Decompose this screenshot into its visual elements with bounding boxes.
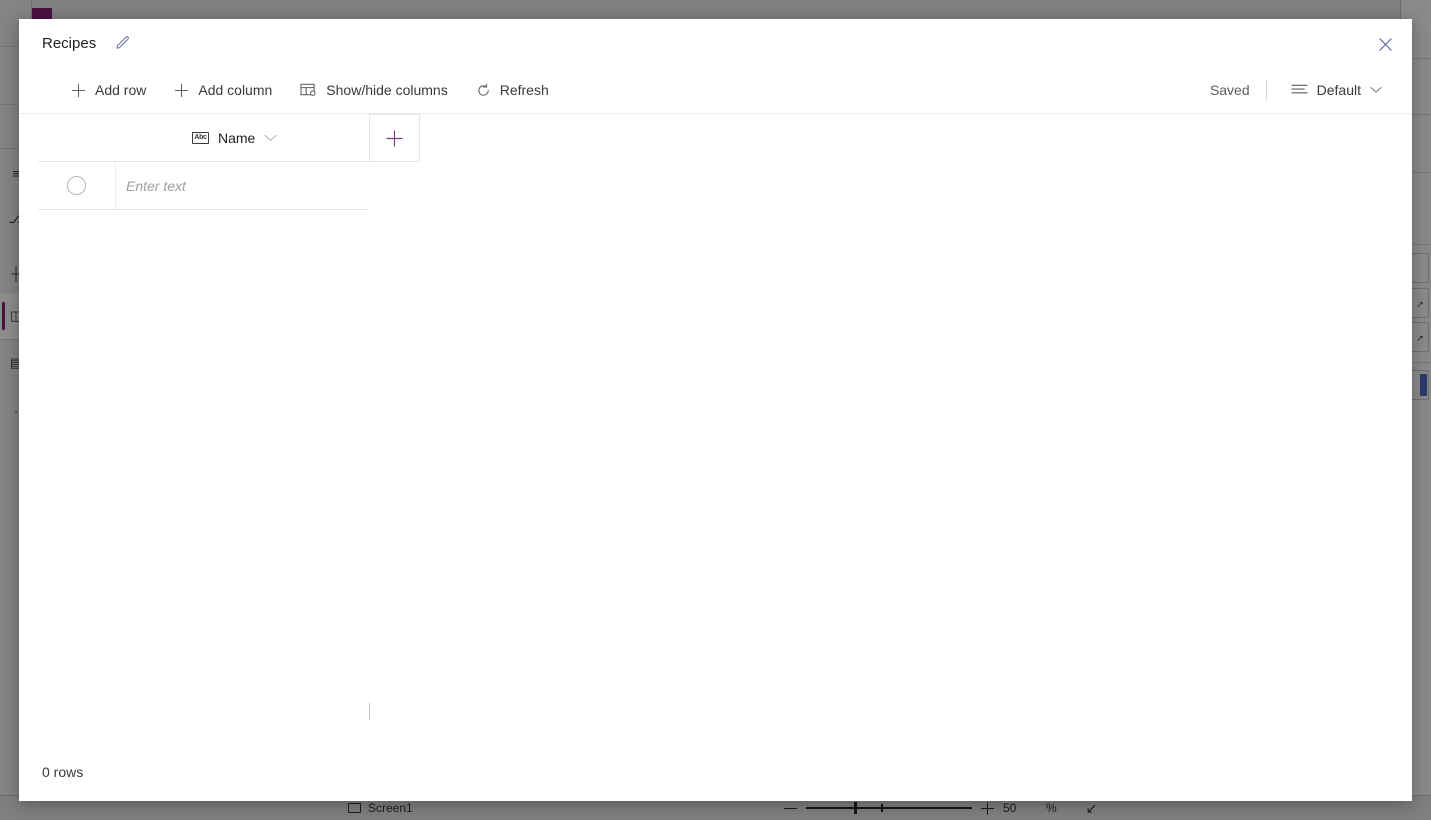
zoom-percent-value: 50 [1003,801,1017,815]
row-select-cell[interactable] [38,162,115,210]
status-screen-selector[interactable]: Screen1 [348,801,413,815]
zoom-controls[interactable]: 50 % ↙ [784,800,1097,817]
screen-label: Screen1 [368,801,413,815]
chevron-down-icon [1370,86,1382,94]
more-icon: · [13,403,19,419]
view-label: Default [1316,82,1361,98]
saved-status-label: Saved [1209,82,1250,98]
table-row[interactable] [38,162,369,210]
add-row-button[interactable]: Add row [61,73,156,107]
zoom-slider-mark [881,804,883,812]
dialog-titlebar: Recipes [19,19,1412,67]
zoom-in-icon[interactable] [981,801,994,815]
row-count-label: 0 rows [42,764,84,780]
pencil-icon [116,35,129,49]
zoom-out-icon[interactable] [784,802,797,815]
zoom-slider-thumb[interactable] [854,802,857,814]
add-column-button[interactable]: Add column [164,73,282,107]
close-icon [1378,37,1392,51]
data-grid: Abc Name [19,114,1412,743]
chevron-down-icon[interactable] [264,134,277,142]
zoom-percent-unit: % [1046,801,1057,815]
toolbar-right-group: Saved Default [1210,74,1390,106]
grid-column-header-name[interactable]: Abc Name [115,114,369,162]
grid-header-row: Abc Name [38,114,420,162]
add-column-label: Add column [198,82,273,98]
column-resize-handle[interactable] [369,703,370,720]
fit-to-screen-icon[interactable]: ↙ [1086,800,1098,817]
refresh-button[interactable]: Refresh [466,73,559,107]
plus-icon [174,83,189,98]
screen-rectangle-icon [348,803,361,813]
grid-select-all-header[interactable] [38,114,115,162]
view-list-icon [1291,83,1308,97]
page-title: Recipes [42,34,97,52]
toolbar-divider [1265,79,1267,101]
add-row-label: Add row [95,82,147,98]
row-name-cell[interactable] [115,162,369,210]
panel-color-swatch[interactable] [1420,374,1427,396]
refresh-icon [476,83,491,98]
chevron-icon: ➚ [1416,299,1424,309]
dialog-toolbar: Add row Add column Show/hide columns Ref… [19,67,1412,114]
plus-icon [71,83,86,98]
row-radio-icon[interactable] [67,176,86,195]
column-header-label: Name [218,129,256,146]
recipes-table-dialog: Recipes Add row Add column Show/hide col… [19,19,1412,801]
view-selector-button[interactable]: Default [1283,74,1390,106]
show-hide-columns-label: Show/hide columns [326,82,448,98]
plus-icon [386,129,403,147]
zoom-slider[interactable] [806,802,972,814]
row-name-input[interactable] [126,177,369,194]
edit-name-button[interactable] [110,31,134,55]
add-column-grid-button[interactable] [369,114,420,162]
show-hide-columns-button[interactable]: Show/hide columns [290,73,457,107]
columns-settings-icon [300,82,317,98]
close-dialog-button[interactable] [1370,29,1400,59]
chevron-icon: ➚ [1416,333,1424,343]
refresh-label: Refresh [499,82,549,98]
dialog-footer: 0 rows [19,743,1412,801]
text-type-icon: Abc [192,131,209,144]
zoom-slider-track [806,807,972,810]
